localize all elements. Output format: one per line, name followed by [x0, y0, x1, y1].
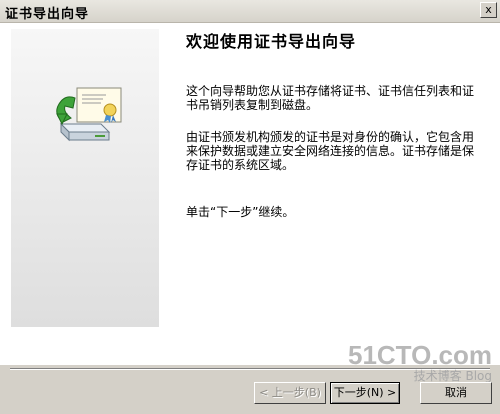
next-button[interactable]: 下一步(N) >: [330, 382, 400, 404]
certificate-export-icon: [56, 87, 122, 142]
button-separator: [10, 368, 490, 370]
wizard-content: 欢迎使用证书导出向导 这个向导帮助您从证书存储将证书、证书信任列表和证书吊销列表…: [0, 23, 500, 365]
wizard-window: 证书导出向导 x 欢迎使用证书导出向导 这个向导帮助您从证书存储将证书、证书信任…: [0, 0, 500, 414]
close-button[interactable]: x: [480, 2, 497, 18]
window-title: 证书导出向导: [5, 7, 90, 22]
wizard-heading: 欢迎使用证书导出向导: [186, 32, 357, 51]
instruction-paragraph: 单击“下一步”继续。: [186, 205, 295, 219]
description-paragraph: 由证书颁发机构颁发的证书是对身份的确认，它包含用来保护数据或建立安全网络连接的信…: [186, 130, 475, 172]
intro-paragraph: 这个向导帮助您从证书存储将证书、证书信任列表和证书吊销列表复制到磁盘。: [186, 84, 475, 112]
wizard-side-panel: [11, 29, 159, 327]
back-button[interactable]: < 上一步(B): [254, 382, 326, 404]
cancel-button[interactable]: 取消: [420, 382, 492, 404]
title-bar: 证书导出向导 x: [0, 0, 500, 23]
